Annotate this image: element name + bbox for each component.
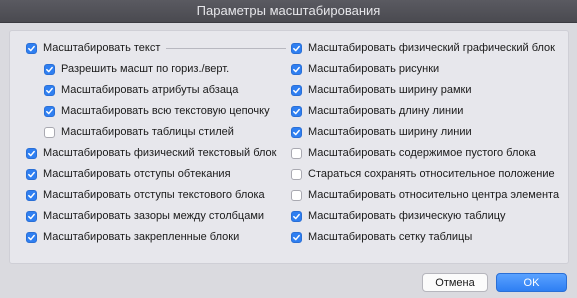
checkbox-row-text-chain[interactable]: Масштабировать всю текстовую цепочку xyxy=(44,103,270,119)
checkbox-row-line-width[interactable]: Масштабировать ширину линии xyxy=(291,124,472,140)
checkbox-row-style-sheets[interactable]: Масштабировать таблицы стилей xyxy=(44,124,234,140)
checkbox-label: Масштабировать длину линии xyxy=(308,105,464,117)
checkbox-row-frame-width[interactable]: Масштабировать ширину рамки xyxy=(291,82,471,98)
checkbox-label: Масштабировать физический графический бл… xyxy=(308,42,555,54)
checkmark-icon xyxy=(293,45,300,51)
checkmark-icon xyxy=(293,129,300,135)
checkbox-empty-box-content[interactable] xyxy=(291,147,302,159)
checkbox-label: Стараться сохранять относительное положе… xyxy=(308,168,555,180)
checkbox-column-gutters[interactable] xyxy=(26,210,37,222)
checkbox-label: Масштабировать содержимое пустого блока xyxy=(308,147,536,159)
checkmark-icon xyxy=(28,192,35,198)
checkbox-label: Масштабировать отступы обтекания xyxy=(43,168,231,180)
checkbox-row-line-length[interactable]: Масштабировать длину линии xyxy=(291,103,463,119)
checkbox-table-grid[interactable] xyxy=(291,231,302,243)
checkbox-label: Масштабировать ширину рамки xyxy=(308,84,472,96)
checkmark-icon xyxy=(46,87,53,93)
cancel-button[interactable]: Отмена xyxy=(422,273,488,292)
title-bar: Параметры масштабирования xyxy=(0,0,577,23)
checkbox-style-sheets[interactable] xyxy=(44,126,55,138)
checkmark-icon xyxy=(28,234,35,240)
checkbox-row-anchored-boxes[interactable]: Масштабировать закрепленные блоки xyxy=(26,229,239,245)
checkbox-row-paragraph-attrs[interactable]: Масштабировать атрибуты абзаца xyxy=(44,82,238,98)
checkmark-icon xyxy=(28,213,35,219)
checkbox-physical-text-box[interactable] xyxy=(26,147,37,159)
checkbox-row-column-gutters[interactable]: Масштабировать зазоры между столбцами xyxy=(26,208,264,224)
checkbox-row-pictures[interactable]: Масштабировать рисунки xyxy=(291,61,439,77)
checkbox-row-physical-text-box[interactable]: Масштабировать физический текстовый блок xyxy=(26,145,276,161)
checkbox-label: Масштабировать всю текстовую цепочку xyxy=(61,105,270,117)
checkbox-scale-text[interactable] xyxy=(26,42,37,54)
checkbox-text-chain[interactable] xyxy=(44,105,55,117)
checkbox-row-empty-box-content[interactable]: Масштабировать содержимое пустого блока xyxy=(291,145,536,161)
checkbox-label: Масштабировать физическую таблицу xyxy=(308,210,506,222)
checkbox-anchored-boxes[interactable] xyxy=(26,231,37,243)
checkbox-label: Масштабировать атрибуты абзаца xyxy=(61,84,239,96)
ok-button[interactable]: OK xyxy=(496,273,567,292)
checkbox-label: Масштабировать относительно центра элеме… xyxy=(308,189,560,201)
checkbox-row-keep-relative-position[interactable]: Стараться сохранять относительное положе… xyxy=(291,166,555,182)
checkbox-text-box-margins[interactable] xyxy=(26,189,37,201)
checkbox-label: Масштабировать физический текстовый блок xyxy=(43,147,277,159)
checkbox-wrap-margins[interactable] xyxy=(26,168,37,180)
checkmark-icon xyxy=(28,150,35,156)
checkbox-line-length[interactable] xyxy=(291,105,302,117)
checkmark-icon xyxy=(46,108,53,114)
checkbox-row-scale-text[interactable]: Масштабировать текст xyxy=(26,40,287,56)
checkbox-physical-graphic-box[interactable] xyxy=(291,42,302,54)
checkbox-row-scale-from-center[interactable]: Масштабировать относительно центра элеме… xyxy=(291,187,559,203)
checkbox-label: Масштабировать зазоры между столбцами xyxy=(43,210,265,222)
checkbox-line-width[interactable] xyxy=(291,126,302,138)
checkbox-row-physical-graphic-box[interactable]: Масштабировать физический графический бл… xyxy=(291,40,555,56)
checkbox-pictures[interactable] xyxy=(291,63,302,75)
checkmark-icon xyxy=(46,66,53,72)
checkbox-scale-from-center[interactable] xyxy=(291,189,302,201)
checkbox-label: Масштабировать закрепленные блоки xyxy=(43,231,240,243)
checkbox-label: Масштабировать таблицы стилей xyxy=(61,126,234,138)
checkmark-icon xyxy=(293,87,300,93)
checkbox-label: Масштабировать сетку таблицы xyxy=(308,231,473,243)
checkbox-label: Масштабировать рисунки xyxy=(308,63,440,75)
checkbox-label: Масштабировать текст xyxy=(43,42,161,54)
checkmark-icon xyxy=(293,66,300,72)
checkmark-icon xyxy=(293,213,300,219)
checkbox-allow-hv-scale[interactable] xyxy=(44,63,55,75)
dialog-title: Параметры масштабирования xyxy=(196,3,381,18)
checkbox-label: Масштабировать ширину линии xyxy=(308,126,472,138)
checkbox-physical-table[interactable] xyxy=(291,210,302,222)
checkbox-row-table-grid[interactable]: Масштабировать сетку таблицы xyxy=(291,229,472,245)
checkmark-icon xyxy=(293,108,300,114)
checkmark-icon xyxy=(293,234,300,240)
checkmark-icon xyxy=(28,171,35,177)
checkbox-row-allow-hv-scale[interactable]: Разрешить масшт по гориз./верт. xyxy=(44,61,229,77)
checkbox-keep-relative-position[interactable] xyxy=(291,168,302,180)
checkmark-icon xyxy=(28,45,35,51)
checkbox-paragraph-attrs[interactable] xyxy=(44,84,55,96)
checkbox-label: Масштабировать отступы текстового блока xyxy=(43,189,265,201)
checkbox-row-text-box-margins[interactable]: Масштабировать отступы текстового блока xyxy=(26,187,265,203)
checkbox-row-wrap-margins[interactable]: Масштабировать отступы обтекания xyxy=(26,166,231,182)
group-separator xyxy=(166,47,287,49)
checkbox-frame-width[interactable] xyxy=(291,84,302,96)
checkbox-label: Разрешить масшт по гориз./верт. xyxy=(61,63,230,75)
checkbox-row-physical-table[interactable]: Масштабировать физическую таблицу xyxy=(291,208,506,224)
scale-options-dialog: Параметры масштабирования Масштабировать… xyxy=(0,0,577,298)
